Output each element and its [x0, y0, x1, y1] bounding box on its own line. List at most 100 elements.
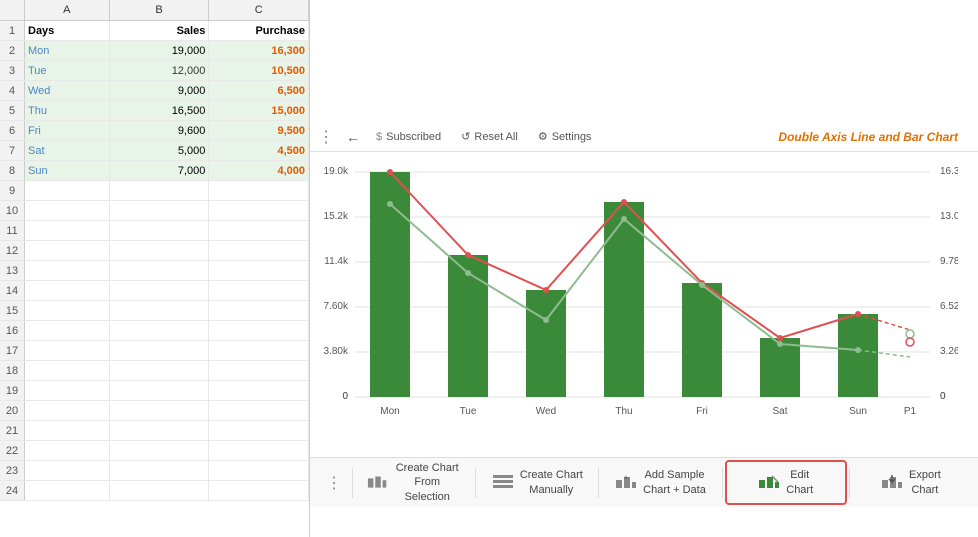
toolbar-back[interactable]: ←: [346, 129, 360, 145]
cell-3a[interactable]: Tue: [25, 61, 110, 80]
row-num-20: 20: [0, 401, 25, 420]
row-num-18: 18: [0, 361, 25, 380]
svg-text:16.3k: 16.3k: [940, 166, 958, 177]
svg-text:9.78k: 9.78k: [940, 256, 958, 267]
svg-text:Fri: Fri: [696, 406, 708, 417]
svg-text:Tue: Tue: [460, 406, 477, 417]
row-num-1: 1: [0, 21, 25, 40]
divider-3: [598, 468, 599, 498]
empty-row: 18: [0, 361, 309, 381]
svg-text:3.26k: 3.26k: [940, 346, 958, 357]
cell-2b[interactable]: 19,000: [110, 41, 210, 60]
cell-3b[interactable]: 12,000: [110, 61, 210, 80]
cell-7c[interactable]: 4,500: [209, 141, 309, 160]
cell-8c[interactable]: 4,000: [209, 161, 309, 180]
svg-text:P1: P1: [904, 406, 917, 417]
add-sample-icon: +: [615, 474, 637, 492]
bar-wed: [526, 290, 566, 397]
row-num-6: 6: [0, 121, 25, 140]
empty-rows: 9 10 11 12 13 14: [0, 181, 309, 501]
empty-row: 9: [0, 181, 309, 201]
empty-row: 16: [0, 321, 309, 341]
export-chart-btn[interactable]: Export Chart: [852, 462, 970, 503]
cell-1c[interactable]: Purchase: [209, 21, 309, 40]
row-num-11: 11: [0, 221, 25, 240]
subscribed-btn[interactable]: $ Subscribed: [372, 129, 445, 145]
cell-7a[interactable]: Sat: [25, 141, 110, 160]
subscribed-icon: $: [376, 131, 382, 143]
empty-row: 22: [0, 441, 309, 461]
cell-4b[interactable]: 9,000: [110, 81, 210, 100]
create-chart-selection-text: Create Chart From Selection: [393, 461, 461, 504]
row-num-spacer: [0, 0, 25, 20]
col-header-a[interactable]: A: [25, 0, 110, 20]
bar-sun: [838, 314, 878, 397]
empty-row: 12: [0, 241, 309, 261]
edit-chart-btn[interactable]: Edit Chart: [725, 460, 847, 505]
settings-label: Settings: [552, 131, 592, 143]
cell-5c[interactable]: 15,000: [209, 101, 309, 120]
svg-text:Wed: Wed: [536, 406, 556, 417]
cell-2c[interactable]: 16,300: [209, 41, 309, 60]
reset-label: Reset All: [474, 131, 517, 143]
divider-1: [352, 468, 353, 498]
cell-4a[interactable]: Wed: [25, 81, 110, 100]
svg-text:Thu: Thu: [615, 406, 632, 417]
svg-text:7.60k: 7.60k: [324, 301, 349, 312]
empty-row: 14: [0, 281, 309, 301]
row-num-24: 24: [0, 481, 25, 500]
svg-text:3.80k: 3.80k: [324, 346, 349, 357]
empty-row: 19: [0, 381, 309, 401]
cell-8b[interactable]: 7,000: [110, 161, 210, 180]
cell-6b[interactable]: 9,600: [110, 121, 210, 140]
data-row: 6 Fri 9,600 9,500: [0, 121, 309, 141]
data-row: 3 Tue 12,000 10,500: [0, 61, 309, 81]
divider-4: [722, 468, 723, 498]
row-num-2: 2: [0, 41, 25, 60]
row-num-5: 5: [0, 101, 25, 120]
data-row: 8 Sun 7,000 4,000: [0, 161, 309, 181]
data-rows: 2 Mon 19,000 16,300 3 Tue 12,000 10,500 …: [0, 41, 309, 181]
cell-5a[interactable]: Thu: [25, 101, 110, 120]
empty-row: 15: [0, 301, 309, 321]
svg-text:Mon: Mon: [380, 406, 399, 417]
data-row: 5 Thu 16,500 15,000: [0, 101, 309, 121]
row-num-15: 15: [0, 301, 25, 320]
row-num-7: 7: [0, 141, 25, 160]
cell-6a[interactable]: Fri: [25, 121, 110, 140]
svg-text:Sat: Sat: [772, 406, 787, 417]
settings-btn[interactable]: ⚙ Settings: [534, 128, 596, 145]
export-chart-icon: [881, 474, 903, 492]
data-row: 2 Mon 19,000 16,300: [0, 41, 309, 61]
cell-6c[interactable]: 9,500: [209, 121, 309, 140]
toolbar-dots[interactable]: ⋮: [318, 127, 334, 147]
cell-4c[interactable]: 6,500: [209, 81, 309, 100]
divider-5: [849, 468, 850, 498]
svg-text:+: +: [624, 474, 629, 482]
spreadsheet: A B C 1 Days Sales Purchase 2 Mon 19,000…: [0, 0, 310, 537]
cell-3c[interactable]: 10,500: [209, 61, 309, 80]
row-num-19: 19: [0, 381, 25, 400]
cell-1a[interactable]: Days: [25, 21, 110, 40]
cell-7b[interactable]: 5,000: [110, 141, 210, 160]
create-chart-manually-btn[interactable]: Create Chart Manually: [478, 462, 596, 503]
col-header-b[interactable]: B: [110, 0, 210, 20]
create-chart-manually-icon: [492, 474, 514, 492]
bottom-dots[interactable]: ⋮: [318, 473, 350, 493]
row-num-10: 10: [0, 201, 25, 220]
edit-chart-icon: [758, 474, 780, 492]
create-chart-selection-btn[interactable]: Create Chart From Selection: [355, 455, 473, 510]
empty-row: 20: [0, 401, 309, 421]
divider-2: [475, 468, 476, 498]
create-chart-selection-icon: [367, 474, 387, 492]
cell-1b[interactable]: Sales: [110, 21, 210, 40]
reset-all-btn[interactable]: ↺ Reset All: [457, 128, 522, 145]
col-header-c[interactable]: C: [209, 0, 309, 20]
svg-text:11.4k: 11.4k: [324, 256, 349, 267]
add-sample-btn[interactable]: + Add Sample Chart + Data: [601, 462, 719, 503]
bar-fri: [682, 283, 722, 397]
settings-icon: ⚙: [538, 130, 548, 143]
cell-2a[interactable]: Mon: [25, 41, 110, 60]
cell-8a[interactable]: Sun: [25, 161, 110, 180]
cell-5b[interactable]: 16,500: [110, 101, 210, 120]
